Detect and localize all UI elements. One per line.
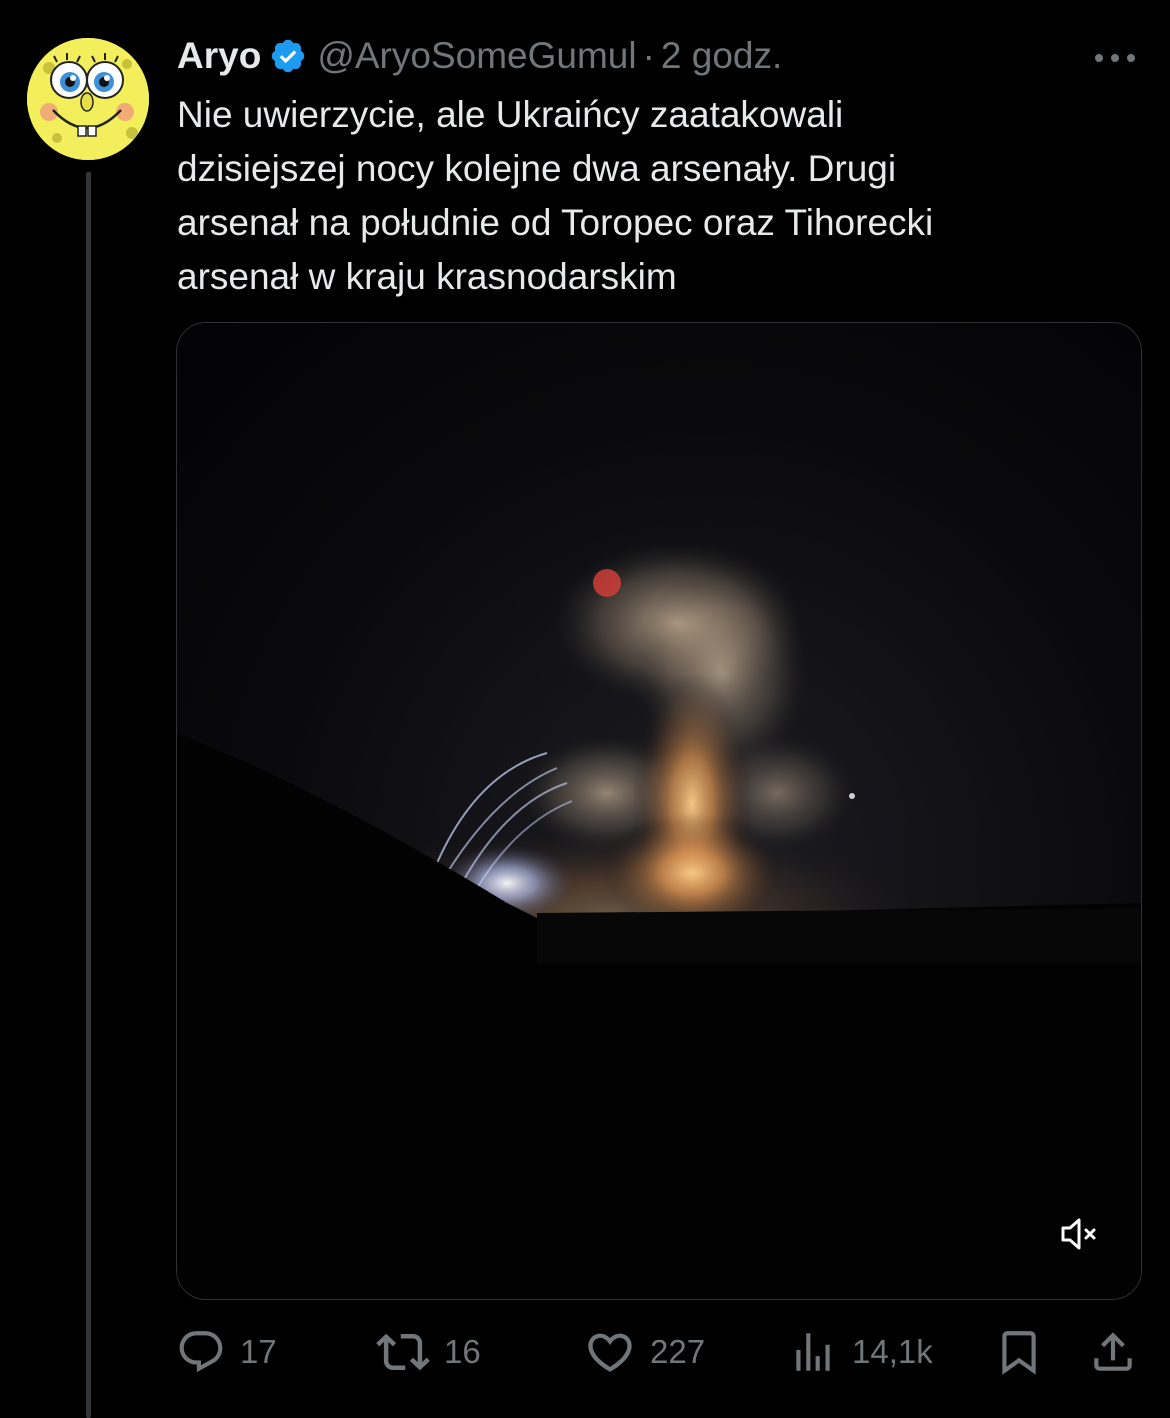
reply-count: 17: [240, 1333, 277, 1370]
like-count: 227: [650, 1333, 706, 1370]
views-chart-icon: [796, 1333, 830, 1371]
tweet-text: Nie uwierzycie, ale Ukraińcy zaatakowali…: [177, 88, 1137, 304]
bookmark-icon: [1002, 1331, 1036, 1375]
repost-icon: [376, 1333, 430, 1371]
more-horizontal-icon: [1095, 54, 1135, 62]
author-handle[interactable]: @AryoSomeGumul: [317, 35, 636, 77]
tweet-text-line: arsenał w kraju krasnodarskim: [177, 256, 677, 297]
avatar[interactable]: [27, 38, 149, 160]
tweet-page: Aryo @AryoSomeGumul · 2 godz. Nie uwierz…: [0, 0, 1170, 1418]
mute-toggle-button[interactable]: [1057, 1211, 1103, 1257]
author-display-name[interactable]: Aryo: [177, 35, 261, 77]
reply-button[interactable]: 17: [176, 1322, 277, 1382]
bookmark-button[interactable]: [994, 1322, 1044, 1382]
thread-connector-line: [86, 172, 91, 1418]
video-player[interactable]: [176, 322, 1142, 1300]
verified-badge-icon[interactable]: [269, 37, 307, 75]
views-button[interactable]: 14,1k: [788, 1322, 933, 1382]
reply-icon: [179, 1331, 223, 1373]
repost-count: 16: [444, 1333, 481, 1370]
tweet-text-line: dzisiejszej nocy kolejne dwa arsenały. D…: [177, 148, 897, 189]
speaker-muted-icon: [1061, 1218, 1096, 1250]
views-count: 14,1k: [852, 1333, 933, 1370]
meta-separator: ·: [642, 35, 655, 76]
heart-icon: [588, 1333, 632, 1372]
tweet-actions-bar: 17 16 227 14,1k: [176, 1322, 1140, 1382]
share-button[interactable]: [1088, 1322, 1138, 1382]
share-icon: [1094, 1332, 1132, 1371]
tweet-text-line: arsenał na południe od Toropec oraz Tiho…: [177, 202, 934, 243]
like-button[interactable]: 227: [584, 1322, 705, 1382]
repost-button[interactable]: 16: [376, 1322, 481, 1382]
explosion-video-frame: [177, 323, 1141, 1299]
more-options-button[interactable]: [1090, 40, 1140, 76]
tweet-timestamp[interactable]: 2 godz.: [661, 35, 782, 77]
tweet-header: Aryo @AryoSomeGumul · 2 godz.: [177, 30, 782, 82]
spongebob-avatar-icon: [27, 38, 149, 160]
tweet-text-line: Nie uwierzycie, ale Ukraińcy zaatakowali: [177, 94, 844, 135]
